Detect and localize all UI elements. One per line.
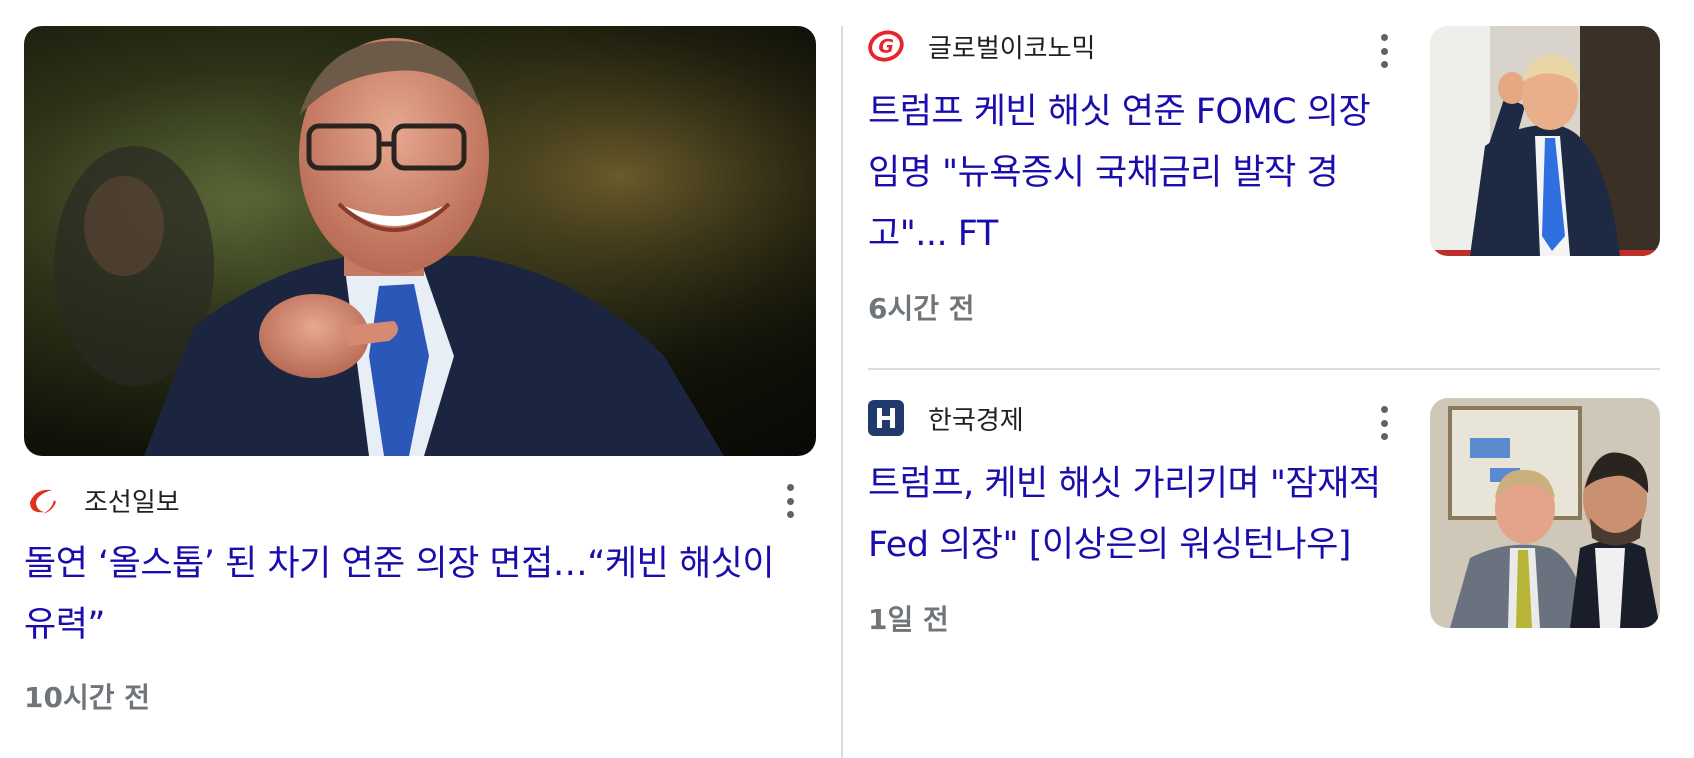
source-name: 조선일보 [84, 487, 180, 518]
source-name: 글로벌이코노믹 [928, 33, 1096, 64]
article-time: 1일 전 [868, 603, 949, 636]
more-options-icon[interactable] [780, 484, 800, 518]
article-headline[interactable]: 트럼프, 케빈 해싯 가리키며 "잠재적 Fed 의장" [이상은의 워싱턴나우… [868, 454, 1388, 576]
man-pointing-photo-icon [24, 26, 816, 456]
article-headline[interactable]: 트럼프 케빈 해싯 연준 FOMC 의장 임명 "뉴욕증시 국채금리 발작 경고… [868, 82, 1388, 265]
news-card-right-2[interactable]: 한국경제 트럼프, 케빈 해싯 가리키며 "잠재적 Fed 의장" [이상은의 … [868, 398, 1660, 738]
two-men-photo-icon [1430, 398, 1660, 628]
source-name: 한국경제 [928, 405, 1024, 436]
chosun-logo-icon [24, 482, 60, 518]
news-card-left[interactable]: 조선일보 돌연 ‘올스톱’ 된 차기 연준 의장 면접…“케빈 해싯이 유력” … [24, 26, 816, 726]
article-thumbnail[interactable] [1430, 26, 1660, 256]
news-card-right-1[interactable]: G 글로벌이코노믹 트럼프 케빈 해싯 연준 FOMC 의장 임명 "뉴욕증시 … [868, 26, 1660, 346]
source-row: 조선일보 [24, 480, 816, 520]
article-time: 10시간 전 [24, 681, 150, 714]
svg-text:G: G [878, 36, 894, 58]
article-thumbnail[interactable] [1430, 398, 1660, 628]
more-options-icon[interactable] [1374, 406, 1394, 440]
column-divider [841, 26, 843, 758]
article-time: 6시간 전 [868, 292, 975, 325]
g-swirl-logo-icon: G [868, 28, 904, 64]
source-row: 한국경제 [868, 398, 1388, 438]
source-row: G 글로벌이코노믹 [868, 26, 1388, 66]
more-options-icon[interactable] [1374, 34, 1394, 68]
h-logo-icon [868, 400, 904, 436]
trump-pointing-photo-icon [1430, 26, 1660, 256]
article-image[interactable] [24, 26, 816, 456]
article-headline[interactable]: 돌연 ‘올스톱’ 된 차기 연준 의장 면접…“케빈 해싯이 유력” [24, 534, 816, 656]
article-divider [868, 368, 1660, 370]
